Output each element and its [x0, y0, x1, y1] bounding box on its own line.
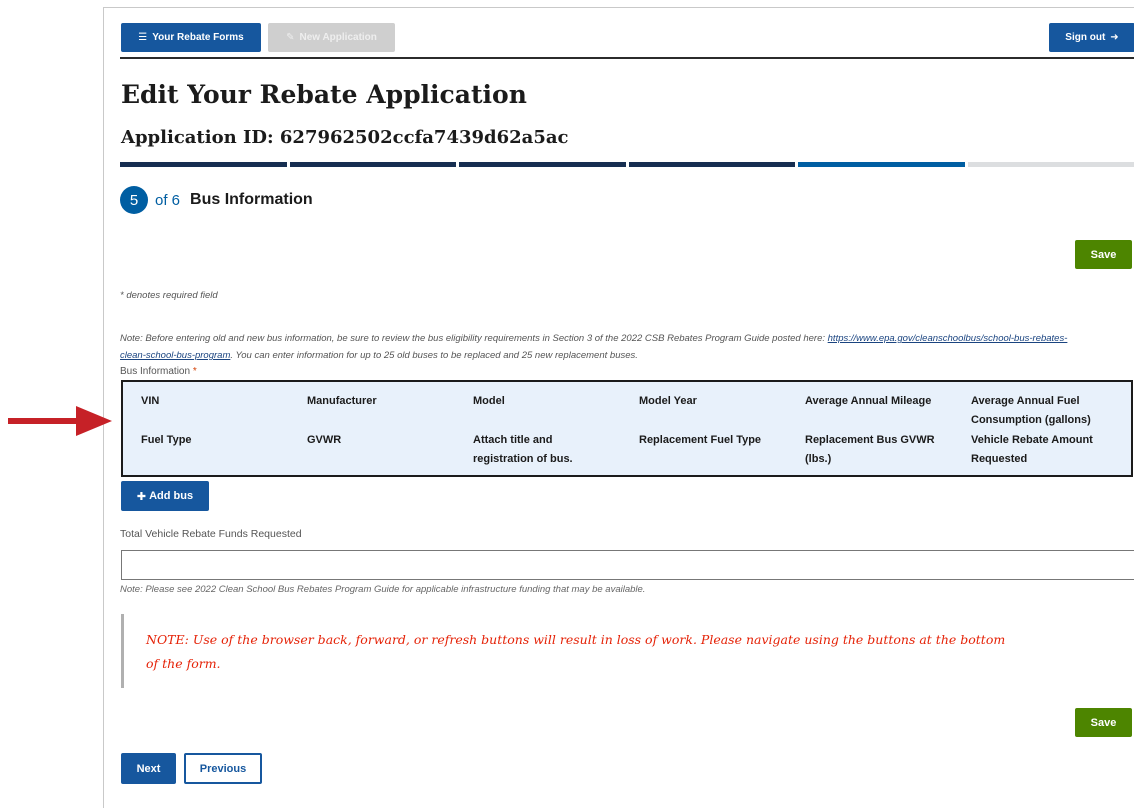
save-button-bottom[interactable]: Save — [1075, 708, 1132, 737]
new-application-button: ✎ New Application — [268, 23, 395, 52]
navigation-warning: NOTE: Use of the browser back, forward, … — [121, 614, 1021, 688]
page-title: Edit Your Rebate Application — [121, 80, 527, 109]
col-header-average-annual-fuel-consumption: Average Annual Fuel Consumption (gallons… — [971, 392, 1116, 430]
col-header-replacement-bus-gvwr: Replacement Bus GVWR (lbs.) — [805, 431, 950, 469]
top-nav: ☰ Your Rebate Forms ✎ New Application Si… — [120, 23, 1134, 57]
step-segment-5 — [798, 162, 965, 167]
step-segment-1 — [120, 162, 287, 167]
next-button[interactable]: Next — [121, 753, 176, 784]
col-header-replacement-fuel-type: Replacement Fuel Type — [639, 431, 789, 450]
bus-eligibility-note: Note: Before entering old and new bus in… — [120, 330, 1080, 364]
col-header-model: Model — [473, 392, 623, 411]
new-document-icon: ✎ — [286, 32, 294, 43]
add-bus-button[interactable]: ✚ Add bus — [121, 481, 209, 511]
step-total: of 6 — [155, 192, 180, 209]
logout-icon: ➜ — [1110, 32, 1118, 43]
step-segment-2 — [290, 162, 457, 167]
col-header-fuel-type: Fuel Type — [141, 431, 291, 450]
header-divider — [120, 57, 1134, 59]
step-segment-3 — [459, 162, 626, 167]
red-arrow-icon — [8, 406, 112, 436]
total-funds-label: Total Vehicle Rebate Funds Requested — [120, 528, 302, 540]
col-header-vin: VIN — [141, 392, 291, 411]
previous-button[interactable]: Previous — [184, 753, 262, 784]
step-segment-4 — [629, 162, 796, 167]
col-header-vehicle-rebate-amount: Vehicle Rebate Amount Requested — [971, 431, 1116, 469]
step-segment-6 — [968, 162, 1134, 167]
infrastructure-note: Note: Please see 2022 Clean School Bus R… — [120, 584, 645, 595]
menu-icon: ☰ — [138, 32, 147, 43]
step-heading: 5 of 6 Bus Information — [120, 186, 313, 214]
step-number: 5 — [120, 186, 148, 214]
sign-out-button[interactable]: Sign out ➜ — [1049, 23, 1134, 52]
required-field-note: * denotes required field — [120, 290, 218, 301]
col-header-attach-title: Attach title and registration of bus. — [473, 431, 603, 469]
col-header-gvwr: GVWR — [307, 431, 457, 450]
save-button-top[interactable]: Save — [1075, 240, 1132, 269]
bus-information-label: Bus Information * — [120, 366, 197, 377]
your-rebate-forms-button[interactable]: ☰ Your Rebate Forms — [121, 23, 261, 52]
col-header-model-year: Model Year — [639, 392, 789, 411]
navigation-warning-text: NOTE: Use of the browser back, forward, … — [146, 628, 1016, 676]
plus-icon: ✚ — [137, 490, 146, 503]
col-header-average-annual-mileage: Average Annual Mileage — [805, 392, 955, 411]
total-funds-field[interactable] — [121, 550, 1134, 580]
col-header-manufacturer: Manufacturer — [307, 392, 457, 411]
step-indicator — [120, 162, 1134, 167]
step-label: Bus Information — [190, 191, 313, 209]
bus-information-table: VIN Manufacturer Model Model Year Averag… — [121, 380, 1133, 477]
application-id: Application ID: 627962502ccfa7439d62a5ac — [121, 127, 568, 148]
required-mark: * — [193, 366, 197, 377]
